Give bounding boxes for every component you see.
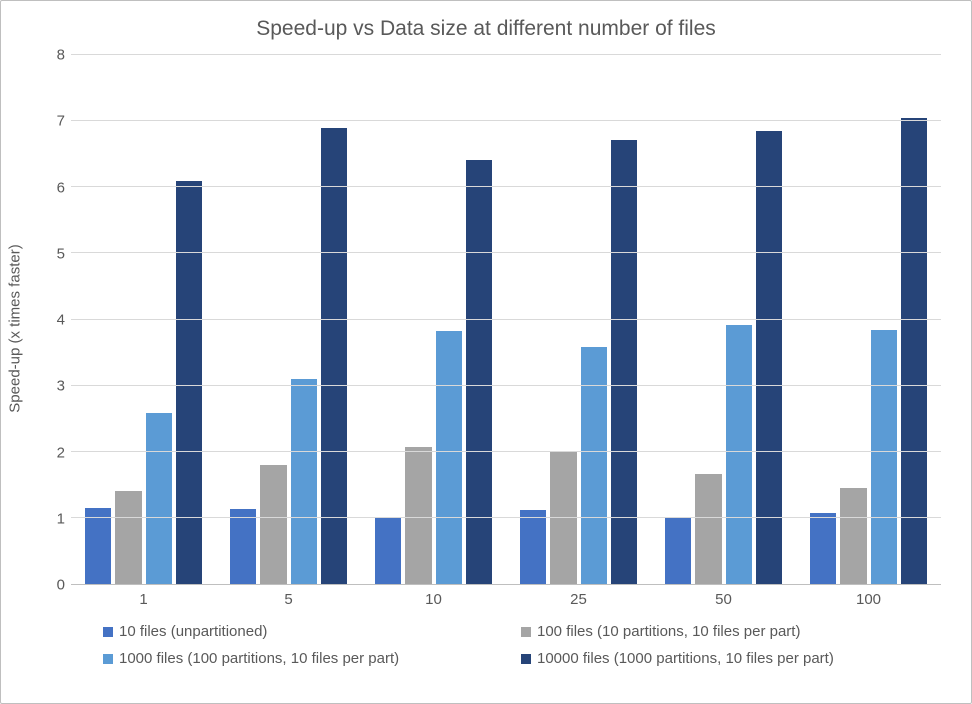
legend-swatch: [521, 627, 531, 637]
y-tick: 4: [57, 312, 65, 329]
bar: [871, 330, 897, 584]
y-axis-label-wrap: Speed-up (x times faster): [13, 55, 41, 585]
bar: [550, 452, 576, 584]
x-tick: 25: [506, 585, 651, 613]
y-tick: 1: [57, 510, 65, 527]
bar: [146, 413, 172, 584]
y-tick: 0: [57, 577, 65, 594]
legend-swatch: [521, 654, 531, 664]
bar: [726, 325, 752, 584]
y-axis-ticks: 012345678: [41, 55, 71, 585]
y-tick: 5: [57, 245, 65, 262]
legend: 10 files (unpartitioned) 100 files (10 pa…: [103, 623, 939, 667]
bar: [810, 513, 836, 584]
bar: [840, 488, 866, 584]
legend-swatch: [103, 627, 113, 637]
legend-label: 10000 files (1000 partitions, 10 files p…: [537, 650, 834, 667]
legend-label: 100 files (10 partitions, 10 files per p…: [537, 623, 800, 640]
gridline: [71, 517, 941, 518]
plot-area: [71, 55, 941, 585]
bar: [176, 181, 202, 584]
bar: [291, 379, 317, 584]
bar-group: [796, 55, 941, 584]
gridline: [71, 385, 941, 386]
legend-item: 100 files (10 partitions, 10 files per p…: [521, 623, 939, 640]
x-tick: 50: [651, 585, 796, 613]
bar-group: [71, 55, 216, 584]
gridline: [71, 186, 941, 187]
y-tick: 2: [57, 444, 65, 461]
gridline: [71, 252, 941, 253]
gridline: [71, 451, 941, 452]
bar-group: [361, 55, 506, 584]
chart-container: Speed-up vs Data size at different numbe…: [0, 0, 972, 704]
x-tick: 10: [361, 585, 506, 613]
legend-label: 10 files (unpartitioned): [119, 623, 267, 640]
y-tick: 3: [57, 378, 65, 395]
bar: [405, 447, 431, 584]
bar-group: [506, 55, 651, 584]
bar: [115, 491, 141, 584]
bar: [321, 128, 347, 584]
bar: [85, 508, 111, 584]
bar: [665, 517, 691, 584]
gridline: [71, 319, 941, 320]
x-axis-ticks: 15102550100: [71, 585, 941, 613]
legend-item: 1000 files (100 partitions, 10 files per…: [103, 650, 521, 667]
x-tick: 100: [796, 585, 941, 613]
legend-swatch: [103, 654, 113, 664]
bar: [695, 474, 721, 584]
bar: [375, 517, 401, 584]
bar: [230, 509, 256, 584]
bar: [581, 347, 607, 584]
legend-label: 1000 files (100 partitions, 10 files per…: [119, 650, 399, 667]
bar: [901, 118, 927, 584]
bar-group: [651, 55, 796, 584]
bar-groups: [71, 55, 941, 584]
y-tick: 7: [57, 113, 65, 130]
legend-item: 10 files (unpartitioned): [103, 623, 521, 640]
legend-item: 10000 files (1000 partitions, 10 files p…: [521, 650, 939, 667]
bar: [260, 465, 286, 584]
y-axis-label: Speed-up (x times faster): [7, 244, 24, 412]
y-tick: 6: [57, 179, 65, 196]
bar: [520, 510, 546, 584]
bar: [436, 331, 462, 584]
gridline: [71, 54, 941, 55]
bar-group: [216, 55, 361, 584]
x-tick: 1: [71, 585, 216, 613]
x-tick: 5: [216, 585, 361, 613]
chart-title: Speed-up vs Data size at different numbe…: [13, 17, 959, 41]
bar: [466, 160, 492, 584]
y-tick: 8: [57, 47, 65, 64]
plot-wrap: Speed-up (x times faster) 012345678: [13, 55, 959, 585]
gridline: [71, 120, 941, 121]
